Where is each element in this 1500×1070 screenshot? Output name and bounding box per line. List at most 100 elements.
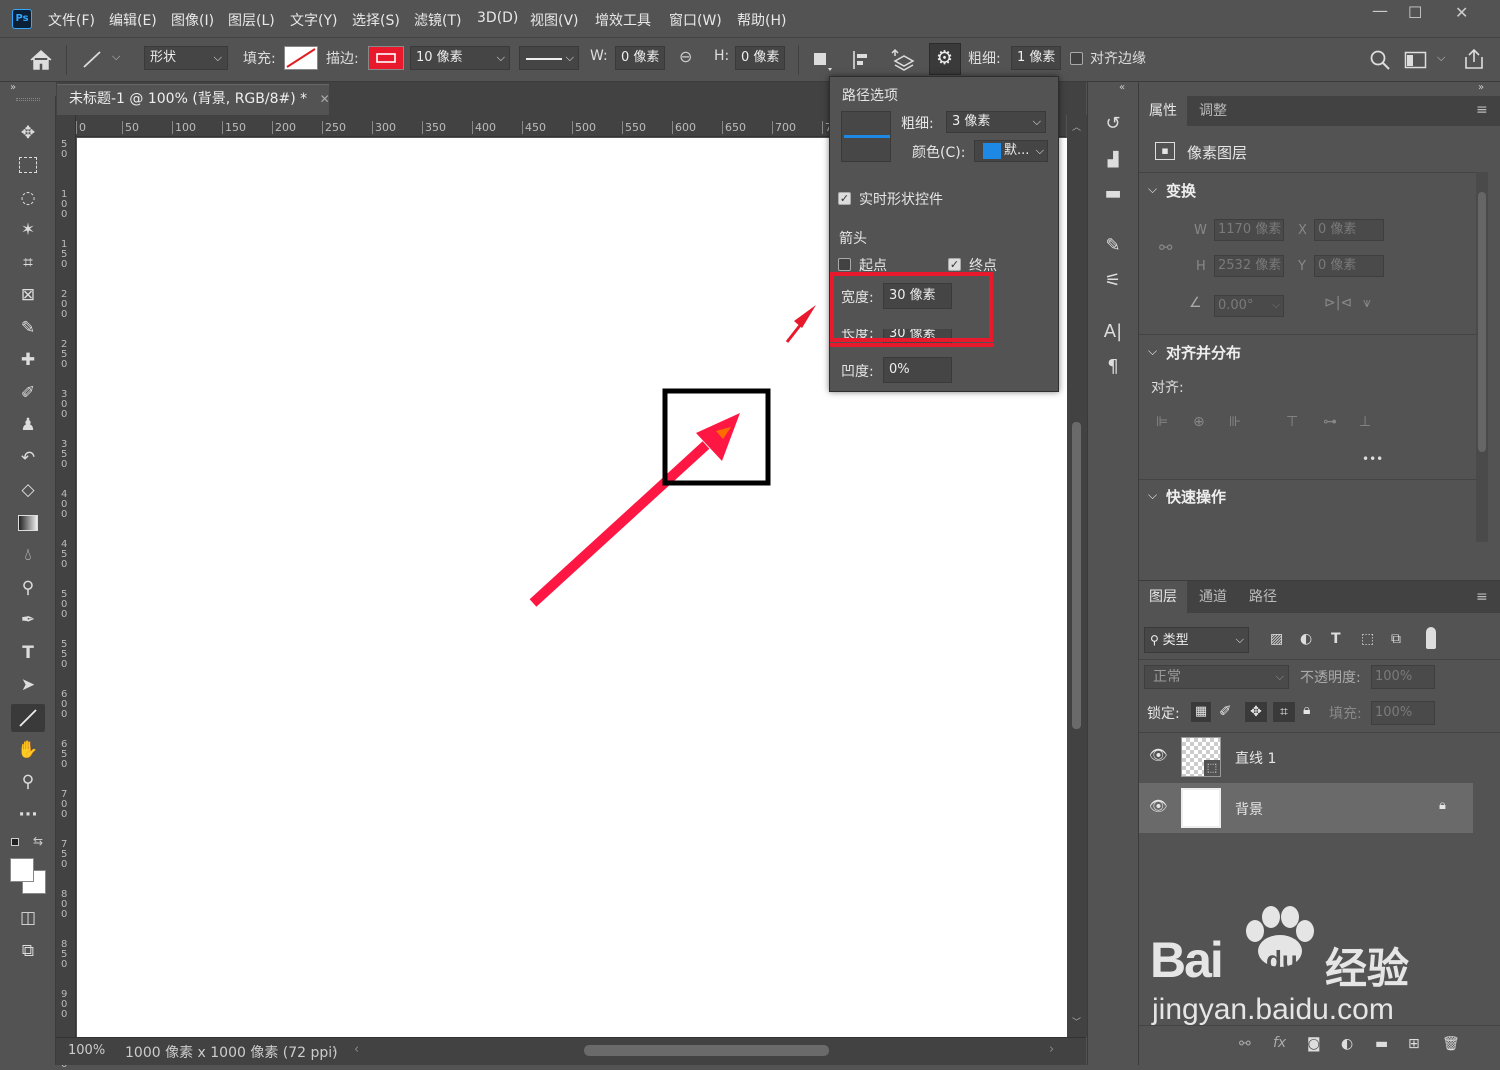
eyedropper-tool-icon[interactable]: ✎ — [14, 315, 42, 341]
transform-y-input[interactable]: 0 像素 — [1314, 255, 1384, 277]
weight-input[interactable]: 1 像素 — [1011, 46, 1061, 70]
lock-artboard-icon[interactable]: ⌗ — [1273, 702, 1295, 722]
layer-row[interactable]: 👁︎ ⬚ 直线 1 — [1139, 732, 1473, 782]
filter-type-icon[interactable]: T — [1331, 631, 1341, 647]
menu-type[interactable]: 文字(Y) — [290, 10, 337, 30]
default-colors-icon[interactable] — [11, 838, 19, 846]
tool-mode-select[interactable]: 形状 ⌵ — [144, 46, 228, 70]
lock-transparent-icon[interactable]: ▦ — [1191, 702, 1211, 722]
horizontal-scroll-thumb[interactable] — [584, 1045, 829, 1056]
close-tab-icon[interactable]: ✕ — [320, 92, 330, 106]
lock-position-icon[interactable]: ✥ — [1245, 702, 1267, 722]
align-chevron-icon[interactable]: ⌵ — [1148, 344, 1157, 359]
swap-colors-icon[interactable]: ⇆ — [33, 834, 43, 848]
workspace-icon[interactable] — [1404, 50, 1428, 70]
blur-tool-icon[interactable]: 💧︎ — [14, 542, 42, 568]
menu-3d[interactable]: 3D(D) — [477, 10, 518, 26]
new-group-icon[interactable]: ▬ — [1375, 1036, 1388, 1052]
vertical-scroll-thumb[interactable] — [1072, 422, 1081, 729]
quick-actions-chevron-icon[interactable]: ⌵ — [1148, 488, 1157, 503]
fill-swatch[interactable] — [284, 46, 318, 70]
align-left-icon[interactable]: ⊫ — [1156, 414, 1168, 430]
align-right-icon[interactable]: ⊪ — [1229, 414, 1241, 430]
menu-edit[interactable]: 编辑(E) — [109, 10, 157, 30]
new-layer-icon[interactable]: ⊞ — [1408, 1036, 1420, 1052]
transform-x-input[interactable]: 0 像素 — [1314, 219, 1384, 241]
panel-menu-icon[interactable]: ≡ — [1476, 102, 1488, 118]
lasso-tool-icon[interactable]: ◌ — [14, 185, 42, 211]
share-icon[interactable] — [1462, 47, 1486, 71]
menu-image[interactable]: 图像(I) — [171, 10, 214, 30]
filter-toggle-icon[interactable] — [1426, 627, 1436, 649]
type-tool-icon[interactable]: T — [14, 640, 42, 666]
menu-help[interactable]: 帮助(H) — [737, 10, 786, 30]
tab-properties[interactable]: 属性 — [1139, 96, 1187, 126]
w-input[interactable]: 0 像素 — [615, 46, 665, 70]
scroll-left-icon[interactable]: ‹ — [354, 1042, 359, 1057]
stroke-swatch[interactable] — [368, 46, 404, 70]
layer-style-icon[interactable]: fx — [1273, 1035, 1286, 1051]
collapse-left-icon[interactable]: » — [10, 82, 16, 93]
transform-w-input[interactable]: 1170 像素 — [1214, 219, 1284, 241]
more-tools-icon[interactable]: ··· — [14, 802, 42, 828]
search-icon[interactable] — [1369, 49, 1391, 71]
stroke-width-input[interactable]: 10 像素 ⌵ — [410, 46, 510, 70]
comments-panel-icon[interactable]: ▬ — [1099, 180, 1127, 208]
layer-name[interactable]: 背景 — [1235, 799, 1263, 819]
flip-vertical-icon[interactable]: ⩛ — [1363, 295, 1371, 311]
tab-adjustments[interactable]: 调整 — [1189, 96, 1237, 126]
visibility-eye-icon[interactable]: 👁︎ — [1149, 746, 1168, 764]
workspace-chevron-icon[interactable]: ⌵ — [1437, 51, 1445, 65]
align-distribute-heading[interactable]: 对齐并分布 — [1166, 342, 1241, 363]
dodge-tool-icon[interactable]: ⚲ — [14, 575, 42, 601]
hand-tool-icon[interactable]: ✋ — [14, 737, 42, 763]
lock-all-icon[interactable]: 🔒︎ — [1303, 702, 1310, 718]
live-shape-checkbox[interactable]: ✓ — [838, 192, 851, 205]
arrow-start-checkbox[interactable] — [838, 258, 851, 271]
collapse-right-icon[interactable]: » — [1478, 82, 1484, 93]
link-dimensions-icon[interactable]: ⚯ — [1159, 238, 1172, 257]
path-color-select[interactable]: 默... ⌵ — [974, 140, 1048, 162]
align-top-icon[interactable]: ⊤ — [1286, 414, 1298, 430]
line-tool-icon[interactable] — [80, 48, 106, 70]
character-panel-icon[interactable]: A| — [1099, 318, 1127, 346]
align-vcenter-icon[interactable]: ⊶ — [1323, 414, 1337, 430]
close-button[interactable]: ✕ — [1455, 3, 1468, 22]
crop-tool-icon[interactable]: ⌗ — [14, 250, 42, 276]
align-bottom-icon[interactable]: ⊥ — [1359, 414, 1371, 430]
gradient-tool-icon[interactable] — [14, 510, 42, 536]
layer-filter-select[interactable]: ⚲ 类型 ⌵ — [1144, 627, 1249, 653]
stamp-tool-icon[interactable]: ♟ — [14, 412, 42, 438]
status-arrow-icon[interactable]: › — [332, 1042, 337, 1057]
plugins-panel-icon[interactable]: ▟ — [1099, 146, 1127, 174]
h-input[interactable]: 0 像素 — [735, 46, 785, 70]
filter-smart-object-icon[interactable]: ⧉ — [1391, 631, 1401, 647]
document-tab[interactable]: 未标题-1 @ 100% (背景, RGB/8#) * ✕ — [57, 84, 330, 115]
maximize-button[interactable]: ☐ — [1408, 3, 1422, 22]
path-selection-tool-icon[interactable]: ➤ — [14, 672, 42, 698]
collapse-strip-icon[interactable]: « — [1119, 82, 1125, 93]
gear-button[interactable]: ⚙ — [929, 43, 961, 75]
frame-tool-icon[interactable]: ⊠ — [14, 282, 42, 308]
vertical-scrollbar[interactable]: ︿ ﹀ — [1067, 115, 1087, 1037]
brushes-panel-icon[interactable]: ✎ — [1099, 232, 1127, 260]
history-panel-icon[interactable]: ↺ — [1099, 110, 1127, 138]
lock-image-icon[interactable]: ✐ — [1219, 702, 1232, 720]
visibility-eye-icon[interactable]: 👁︎ — [1149, 797, 1168, 815]
menu-filter[interactable]: 滤镜(T) — [414, 10, 461, 30]
magic-wand-tool-icon[interactable]: ✶ — [14, 217, 42, 243]
layer-name[interactable]: 直线 1 — [1235, 748, 1276, 768]
screen-mode-icon[interactable]: ⧉ — [14, 938, 42, 964]
align-hcenter-icon[interactable]: ⊕ — [1193, 414, 1205, 430]
path-operations-icon[interactable] — [810, 48, 834, 72]
filter-adjustment-icon[interactable]: ◐ — [1300, 631, 1312, 647]
adjustments-panel-icon[interactable]: ⚟ — [1099, 267, 1127, 295]
transform-chevron-icon[interactable]: ⌵ — [1148, 182, 1157, 197]
paragraph-panel-icon[interactable]: ¶ — [1099, 353, 1127, 381]
tab-channels[interactable]: 通道 — [1189, 581, 1237, 613]
more-options-icon[interactable]: ••• — [1362, 452, 1383, 466]
minimize-button[interactable]: — — [1372, 1, 1388, 20]
marquee-tool-icon[interactable] — [14, 152, 42, 178]
transform-heading[interactable]: 变换 — [1166, 180, 1196, 201]
filter-pixel-icon[interactable]: ▨ — [1270, 631, 1283, 647]
